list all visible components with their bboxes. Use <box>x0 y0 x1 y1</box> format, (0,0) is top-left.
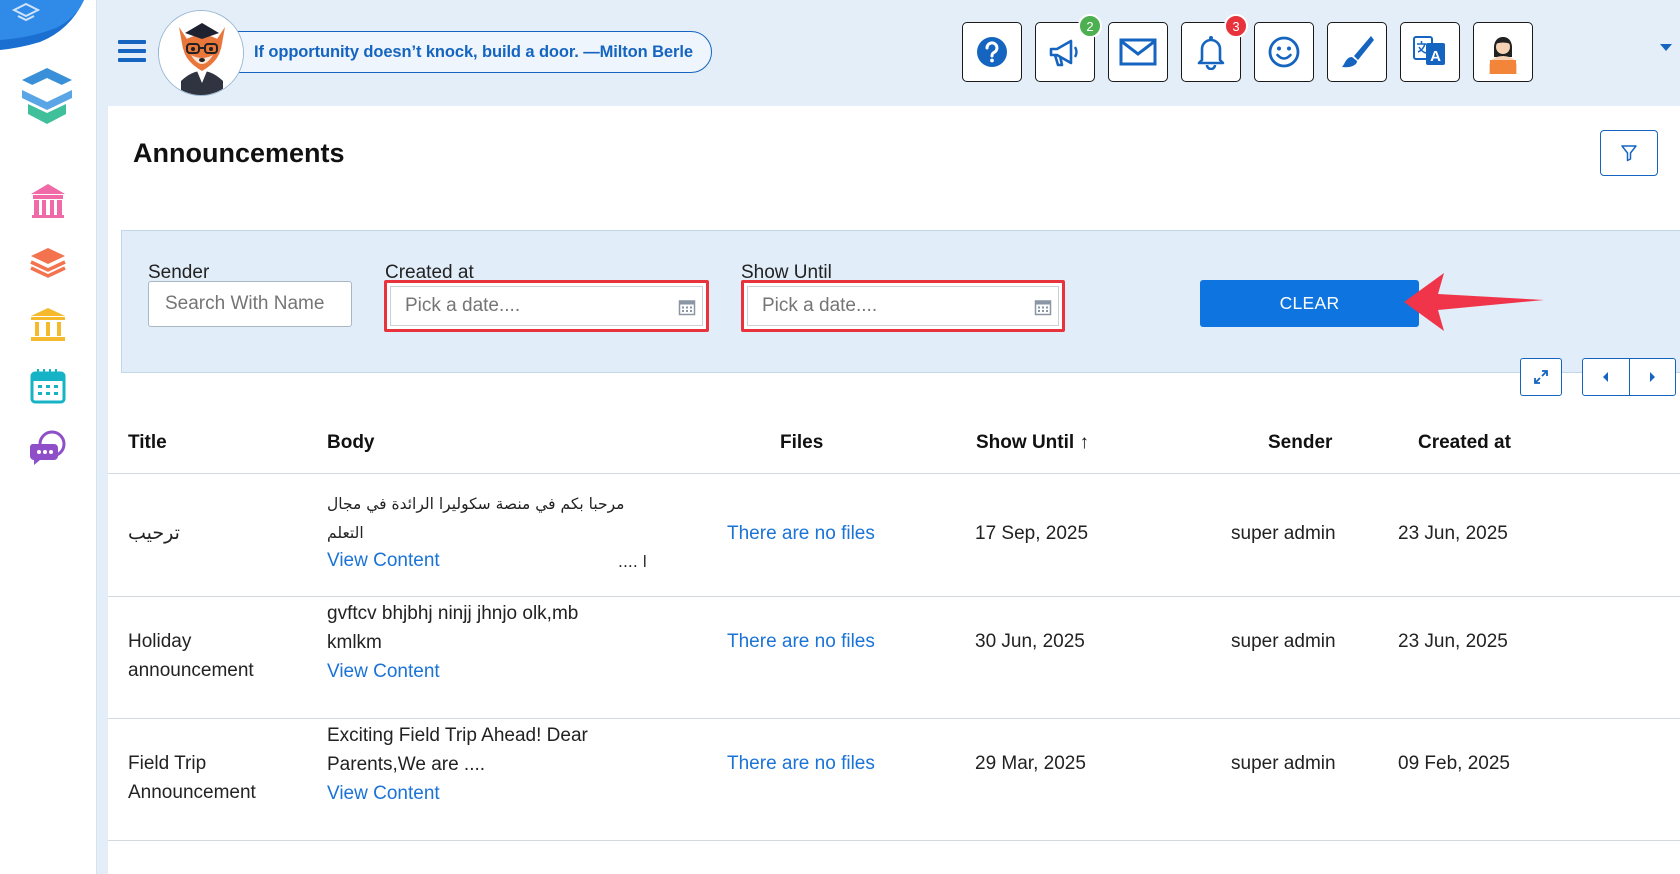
no-files-link[interactable]: There are no files <box>727 627 875 656</box>
row-show-until: 29 Mar, 2025 <box>975 753 1086 774</box>
row-body: gvftcv bhjbhj ninjj jhnjo olk,mb kmlkm <box>327 603 579 653</box>
previous-page-button[interactable] <box>1583 359 1630 395</box>
menu-toggle-icon[interactable] <box>118 40 146 64</box>
theme-button[interactable] <box>1327 22 1387 82</box>
help-button[interactable] <box>962 22 1022 82</box>
row-title: Field Trip Announcement <box>128 753 256 803</box>
notifications-button[interactable]: 3 <box>1181 14 1248 82</box>
row-sender: super admin <box>1231 753 1336 774</box>
row-created-at: 23 Jun, 2025 <box>1398 631 1508 652</box>
expand-table-button[interactable] <box>1520 358 1562 396</box>
no-files-link[interactable]: There are no files <box>727 519 875 548</box>
row-show-until: 30 Jun, 2025 <box>975 631 1085 652</box>
page-title: Announcements <box>133 138 345 168</box>
quote-text: If opportunity doesn’t knock, build a do… <box>254 43 693 61</box>
table-row: Field Trip Announcement Exciting Field T… <box>108 719 1680 841</box>
view-content-link[interactable]: View Content <box>327 657 440 686</box>
table-row: ترحيب مرحبا بكم في منصة سكوليرا الرائدة … <box>108 475 1680 597</box>
sort-ascending-icon: ↑ <box>1079 432 1089 453</box>
row-created-at: 09 Feb, 2025 <box>1398 753 1510 774</box>
school-building-icon <box>31 184 65 218</box>
paint-brush-icon <box>1342 36 1374 68</box>
pagination-controls <box>1582 358 1676 396</box>
svg-text:A: A <box>1430 48 1441 65</box>
caret-right-icon <box>1650 372 1656 382</box>
created-at-date-input[interactable] <box>390 286 703 326</box>
top-header: If opportunity doesn’t knock, build a do… <box>98 0 1680 106</box>
smiley-icon <box>1268 36 1300 68</box>
main-content: Announcements Sender Created at Show Unt… <box>108 106 1680 874</box>
institution-icon <box>31 308 65 341</box>
sidebar-item-calendar[interactable] <box>26 364 70 408</box>
filter-panel: Sender Created at Show Until CLEAR <box>121 230 1680 373</box>
row-sender: super admin <box>1231 523 1336 544</box>
corner-logo-icon <box>0 0 84 50</box>
chat-bubbles-icon <box>29 430 66 465</box>
row-body: Exciting Field Trip Ahead! Dear Parents,… <box>327 725 588 775</box>
clear-filters-button[interactable]: CLEAR <box>1200 280 1419 327</box>
profile-button[interactable] <box>1473 22 1533 82</box>
show-until-date-input[interactable] <box>747 286 1059 326</box>
mascot-avatar <box>158 10 244 96</box>
sidebar <box>0 0 97 874</box>
envelope-icon <box>1119 38 1157 66</box>
column-header-show-until[interactable]: Show Until ↑ <box>976 432 1089 454</box>
row-sender: super admin <box>1231 631 1336 652</box>
translate-icon: A <box>1413 36 1445 65</box>
row-created-at: 23 Jun, 2025 <box>1398 523 1508 544</box>
red-pointer-arrow-icon <box>1404 273 1544 331</box>
column-header-created-at[interactable]: Created at <box>1418 432 1511 454</box>
user-avatar-icon <box>1489 37 1517 74</box>
column-header-title[interactable]: Title <box>128 432 167 454</box>
table-header: Title Body Files Show Until ↑ Sender Cre… <box>108 422 1680 474</box>
sidebar-item-courses[interactable] <box>26 240 70 284</box>
column-header-show-until-label: Show Until <box>976 432 1075 453</box>
help-circle-icon <box>977 37 1007 67</box>
created-at-date-picker[interactable] <box>384 280 709 332</box>
next-page-button[interactable] <box>1630 359 1676 395</box>
language-button[interactable]: A <box>1400 22 1460 82</box>
show-until-date-picker[interactable] <box>741 280 1065 332</box>
filter-funnel-icon <box>1621 145 1637 162</box>
notifications-badge: 3 <box>1224 14 1248 38</box>
megaphone-icon <box>1049 39 1078 67</box>
sender-search-input[interactable] <box>148 281 352 327</box>
calendar-icon <box>30 369 66 404</box>
calendar-icon[interactable] <box>1034 298 1052 316</box>
feedback-button[interactable] <box>1254 22 1314 82</box>
filter-toggle-button[interactable] <box>1600 130 1658 176</box>
app-logo-icon[interactable] <box>14 64 80 130</box>
table-row: Holiday announcement gvftcv bhjbhj ninjj… <box>108 597 1680 719</box>
view-content-link[interactable]: View Content <box>327 779 440 808</box>
column-header-files[interactable]: Files <box>780 432 823 454</box>
calendar-icon[interactable] <box>678 298 696 316</box>
profile-dropdown-caret-icon[interactable] <box>1660 44 1672 51</box>
row-title: ترحيب <box>128 523 180 544</box>
announcements-button[interactable]: 2 <box>1035 14 1102 82</box>
sidebar-item-school[interactable] <box>26 178 70 222</box>
sidebar-item-chat[interactable] <box>26 426 70 470</box>
no-files-link[interactable]: There are no files <box>727 749 875 778</box>
row-title: Holiday announcement <box>128 631 254 681</box>
row-show-until: 17 Sep, 2025 <box>975 523 1089 544</box>
messages-button[interactable] <box>1108 22 1168 82</box>
fox-mascot-icon <box>159 11 243 95</box>
announcements-badge: 2 <box>1078 14 1102 38</box>
expand-arrows-icon <box>1534 370 1548 384</box>
sidebar-item-institution[interactable] <box>26 302 70 346</box>
bell-icon <box>1197 36 1225 70</box>
layers-icon <box>30 248 66 278</box>
column-header-body[interactable]: Body <box>327 432 375 454</box>
view-content-link[interactable]: View Content <box>327 546 440 575</box>
column-header-sender[interactable]: Sender <box>1268 432 1332 454</box>
caret-left-icon <box>1602 372 1608 382</box>
